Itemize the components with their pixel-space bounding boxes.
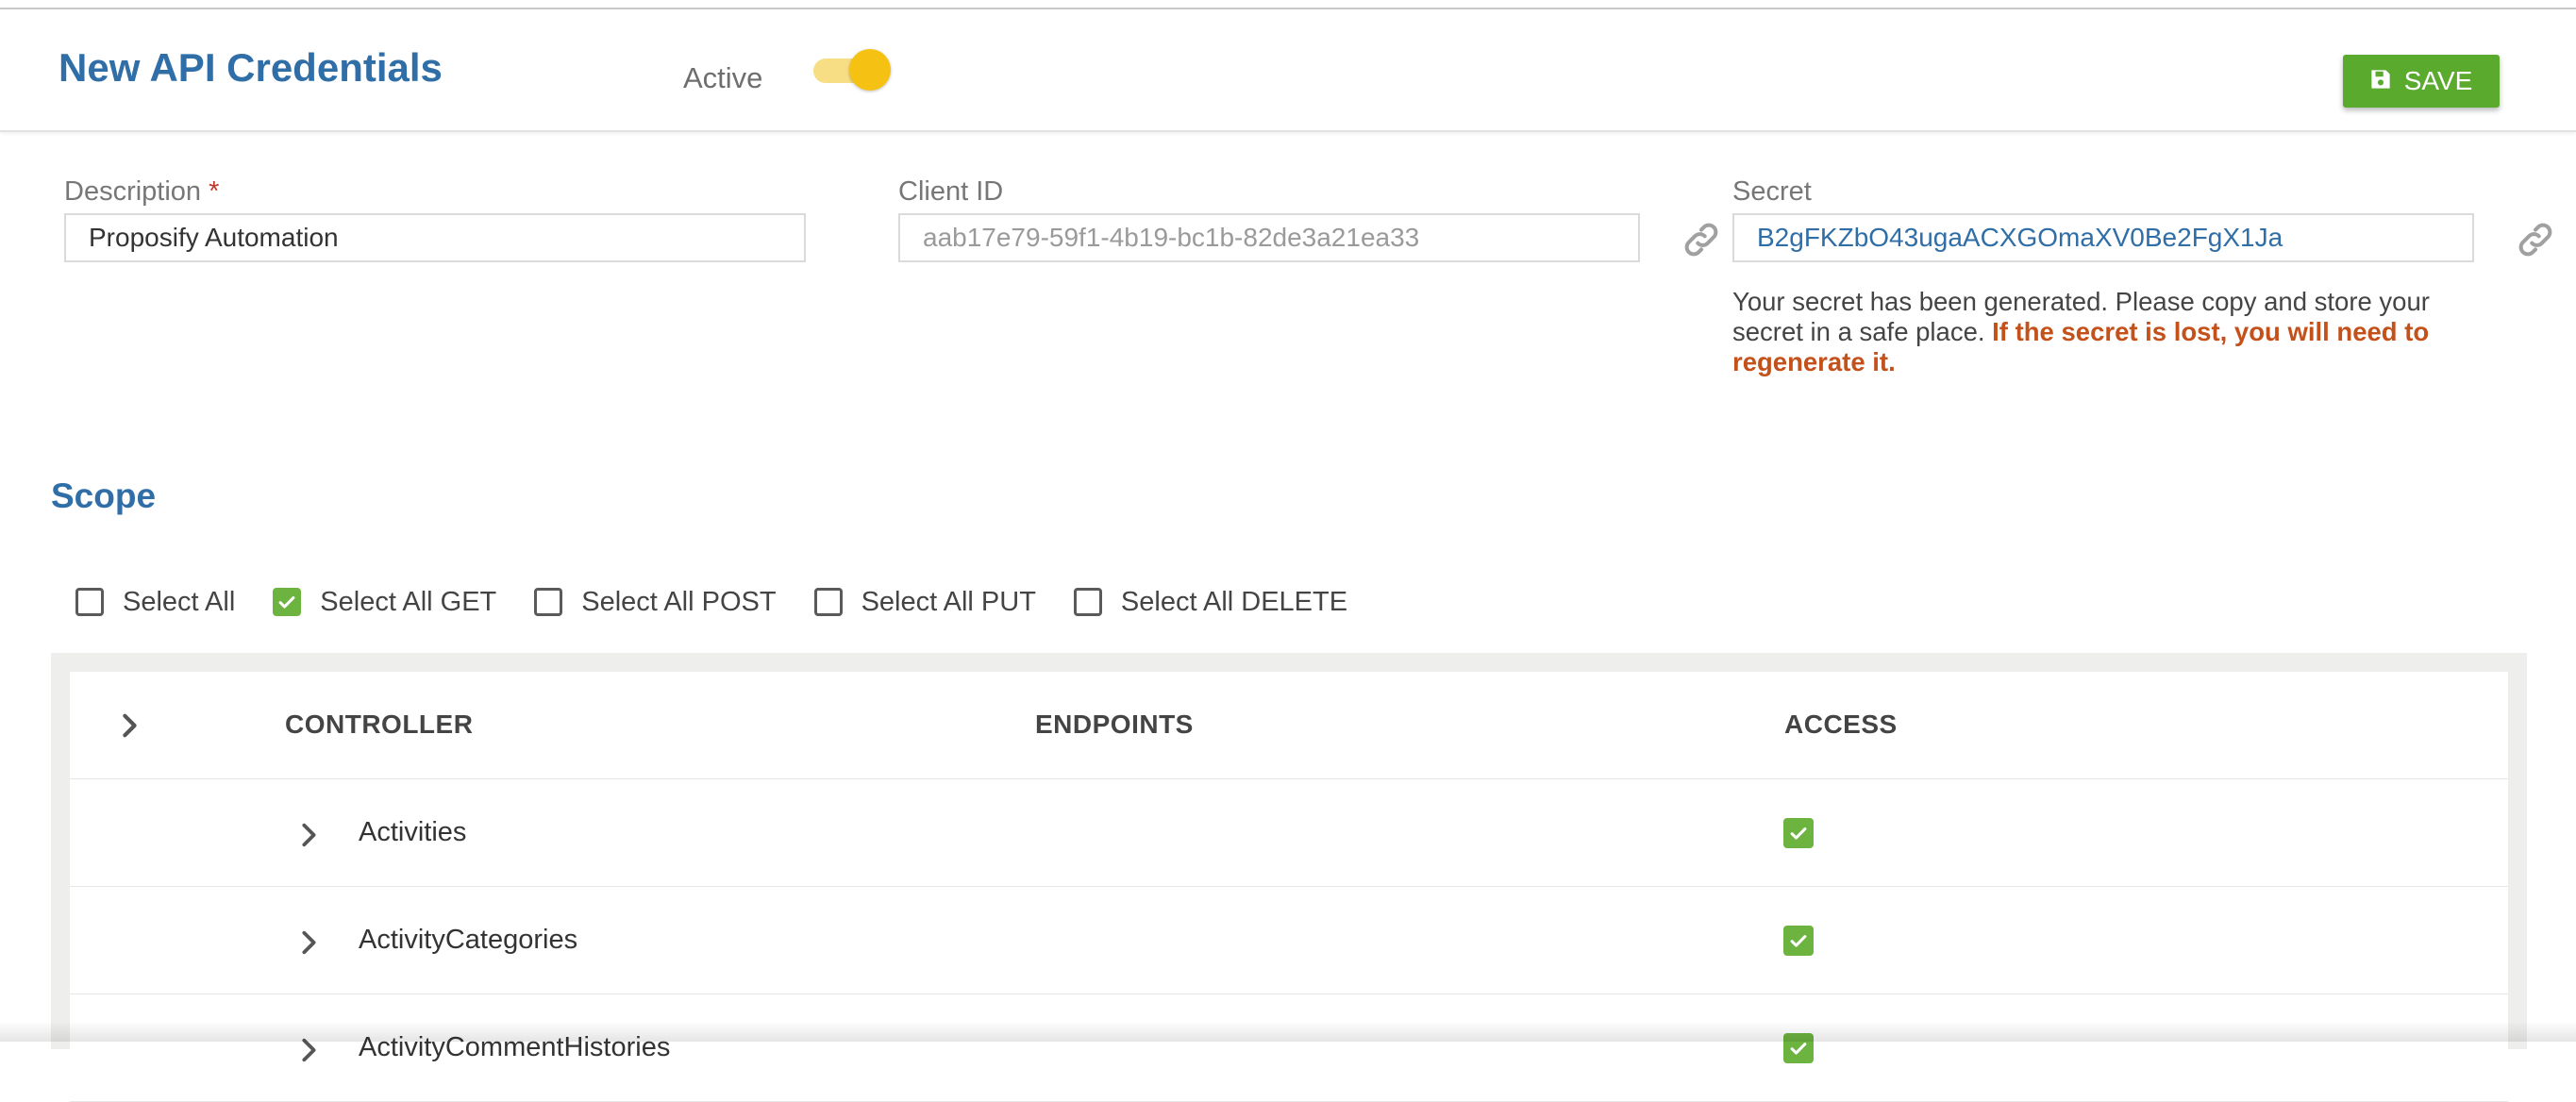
expand-all-chevron-right-icon[interactable]: [115, 711, 143, 740]
scope-select-row: Select All Select All GET Select All POS…: [75, 583, 1385, 621]
table-row: Activities: [70, 779, 2508, 887]
save-button[interactable]: SAVE: [2343, 55, 2500, 108]
select-all-post-label: Select All POST: [581, 586, 777, 617]
select-all-put-label: Select All PUT: [861, 586, 1036, 617]
copy-client-id-link-icon[interactable]: [1681, 219, 1722, 260]
expand-row-chevron-right-icon[interactable]: [294, 928, 323, 957]
page-title: New API Credentials: [59, 45, 443, 90]
expand-row-chevron-right-icon[interactable]: [294, 821, 323, 849]
checkmark-icon: [1790, 827, 1807, 840]
description-label-text: Description: [64, 176, 202, 207]
secret-field[interactable]: [1732, 213, 2474, 262]
bottom-fade: [0, 1021, 2576, 1042]
scope-table: CONTROLLER ENDPOINTS ACCESS Activities A…: [70, 672, 2508, 1102]
select-all-option[interactable]: Select All: [75, 587, 235, 618]
active-toggle[interactable]: [811, 47, 893, 91]
select-all-delete-checkbox[interactable]: [1073, 588, 1102, 616]
access-checkbox[interactable]: [1783, 818, 1814, 848]
table-row: ActivityCommentHistories: [70, 994, 2508, 1102]
page-header: New API Credentials Active SAVE: [0, 9, 2576, 132]
select-all-get-checkbox[interactable]: [273, 588, 302, 616]
column-header-access[interactable]: ACCESS: [1784, 710, 1898, 740]
select-all-delete-option[interactable]: Select All DELETE: [1073, 586, 1348, 618]
description-label: Description *: [64, 176, 219, 208]
controller-name: Activities: [359, 817, 467, 847]
select-all-delete-label: Select All DELETE: [1120, 586, 1348, 617]
client-id-field[interactable]: [898, 213, 1640, 262]
controller-name: ActivityCategories: [359, 925, 578, 955]
scope-table-container: CONTROLLER ENDPOINTS ACCESS Activities A…: [51, 653, 2527, 1102]
select-all-put-checkbox[interactable]: [813, 588, 843, 616]
column-header-endpoints[interactable]: ENDPOINTS: [1035, 710, 1194, 740]
select-all-get-option[interactable]: Select All GET: [273, 587, 496, 618]
secret-note: Your secret has been generated. Please c…: [1732, 287, 2468, 377]
checkmark-icon: [1790, 935, 1807, 947]
active-label: Active: [683, 61, 763, 94]
select-all-get-label: Select All GET: [320, 586, 497, 617]
select-all-label: Select All: [123, 586, 236, 617]
scope-heading: Scope: [51, 476, 157, 515]
save-label: SAVE: [2403, 66, 2473, 95]
description-field[interactable]: [64, 213, 806, 262]
table-row: ActivityCategories: [70, 887, 2508, 994]
client-id-label: Client ID: [898, 176, 1004, 207]
select-all-post-option[interactable]: Select All POST: [534, 586, 777, 618]
required-mark: *: [209, 176, 220, 207]
column-header-controller[interactable]: CONTROLLER: [285, 710, 473, 740]
floppy-disk-icon: [2370, 66, 2391, 96]
select-all-post-checkbox[interactable]: [534, 588, 563, 616]
secret-label: Secret: [1732, 176, 1812, 207]
access-checkbox[interactable]: [1783, 926, 1814, 956]
select-all-checkbox[interactable]: [75, 588, 104, 616]
select-all-put-option[interactable]: Select All PUT: [813, 586, 1036, 618]
table-header: CONTROLLER ENDPOINTS ACCESS: [70, 672, 2508, 779]
copy-secret-link-icon[interactable]: [2515, 219, 2556, 260]
checkmark-icon: [278, 596, 295, 609]
toggle-knob: [849, 49, 891, 91]
